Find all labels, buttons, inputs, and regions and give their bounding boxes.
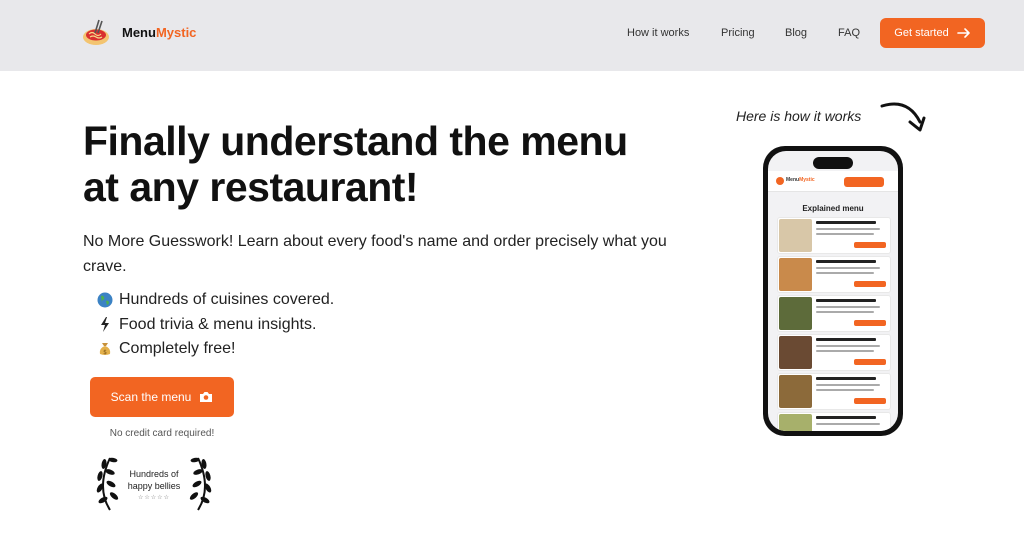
spaghetti-bowl-icon [83, 19, 109, 45]
card-title-bar [816, 221, 876, 224]
nav-link-faq[interactable]: FAQ [838, 27, 860, 39]
menu-card [777, 217, 891, 254]
how-it-works-caption: Here is how it works [736, 108, 862, 124]
card-button [854, 398, 886, 404]
curved-arrow-icon [880, 102, 926, 132]
nav-link-blog[interactable]: Blog [785, 27, 807, 39]
card-text-line [816, 350, 874, 352]
hero-subtext: No More Guesswork! Learn about every foo… [83, 233, 667, 275]
hero-headline-line1: Finally understand the menu [83, 118, 628, 164]
phone-app-navbar: MenuMystic [768, 171, 898, 192]
svg-text:$: $ [103, 349, 107, 356]
card-text-line [816, 267, 880, 269]
menu-card [777, 373, 891, 410]
feature-text: Completely free! [119, 340, 236, 357]
badge-line2: happy bellies [127, 481, 181, 491]
brand-name-part2: Mystic [155, 24, 197, 40]
nav-link-how-it-works[interactable]: How it works [627, 27, 689, 39]
phone-mockup: MenuMystic Explained menu [763, 146, 903, 436]
food-image [779, 258, 812, 291]
badge-line1: Hundreds of [129, 469, 179, 479]
arrow-right-icon [956, 28, 970, 38]
get-started-label: Get started [894, 27, 949, 39]
card-text-line [816, 423, 880, 425]
phone-notch [813, 157, 853, 169]
phone-title: Explained menu [802, 204, 864, 213]
feature-item: $ Completely free! [96, 337, 334, 362]
menu-card [777, 256, 891, 293]
badge-text: Hundreds of happy bellies ☆☆☆☆☆ [96, 468, 212, 504]
no-credit-card-note: No credit card required! [109, 428, 215, 439]
card-title-bar [816, 377, 876, 380]
feature-text: Food trivia & menu insights. [119, 315, 317, 333]
mini-brand-part2: Mystic [799, 177, 815, 183]
logo[interactable]: MenuMystic [80, 16, 196, 48]
feature-item: Hundreds of cuisines covered. [96, 288, 334, 313]
food-image [779, 375, 812, 408]
brand-name: MenuMystic [122, 25, 196, 40]
phone-screen: MenuMystic Explained menu [768, 151, 898, 431]
get-started-button[interactable]: Get started [880, 18, 985, 48]
money-bag-icon: $ [96, 341, 114, 357]
mini-brand-part1: Menu [786, 177, 800, 183]
nav-link-pricing[interactable]: Pricing [721, 27, 755, 39]
card-text-line [816, 306, 880, 308]
feature-text: Hundreds of cuisines covered. [119, 291, 335, 308]
card-button [854, 281, 886, 287]
card-title-bar [816, 299, 876, 302]
card-title-bar [816, 260, 876, 263]
hero-headline-line2: at any restaurant! [83, 164, 419, 210]
card-text-line [816, 345, 880, 347]
mini-logo-icon [776, 177, 784, 185]
menu-card [777, 295, 891, 332]
feature-list: Hundreds of cuisines covered. Food trivi… [96, 288, 334, 362]
card-title-bar [816, 338, 876, 341]
globe-icon [96, 292, 114, 308]
card-title-bar [816, 416, 876, 419]
card-text-line [816, 233, 874, 235]
card-text-line [816, 311, 874, 313]
menu-card [777, 334, 891, 371]
food-image [779, 297, 812, 330]
card-text-line [816, 389, 874, 391]
card-text-line [816, 228, 880, 230]
navbar: MenuMystic How it works Pricing Blog FAQ… [0, 0, 1024, 71]
hero-headline: Finally understand the menu at any resta… [83, 118, 628, 210]
card-text-line [816, 272, 874, 274]
happy-bellies-badge: Hundreds of happy bellies ☆☆☆☆☆ [96, 450, 212, 516]
food-image [779, 219, 812, 252]
star-rating: ☆☆☆☆☆ [138, 495, 170, 501]
camera-icon [200, 392, 213, 402]
food-image [779, 414, 812, 431]
scan-menu-button[interactable]: Scan the menu [90, 377, 234, 417]
food-image [779, 336, 812, 369]
card-text-line [816, 384, 880, 386]
mini-button [844, 177, 884, 187]
card-button [854, 359, 886, 365]
scan-menu-label: Scan the menu [110, 390, 192, 404]
card-button [854, 242, 886, 248]
mini-brand: MenuMystic [786, 177, 815, 183]
menu-card [777, 412, 891, 431]
card-button [854, 320, 886, 326]
feature-item: Food trivia & menu insights. [96, 313, 334, 338]
lightning-icon [96, 317, 114, 333]
brand-name-part1: Menu [122, 24, 156, 40]
